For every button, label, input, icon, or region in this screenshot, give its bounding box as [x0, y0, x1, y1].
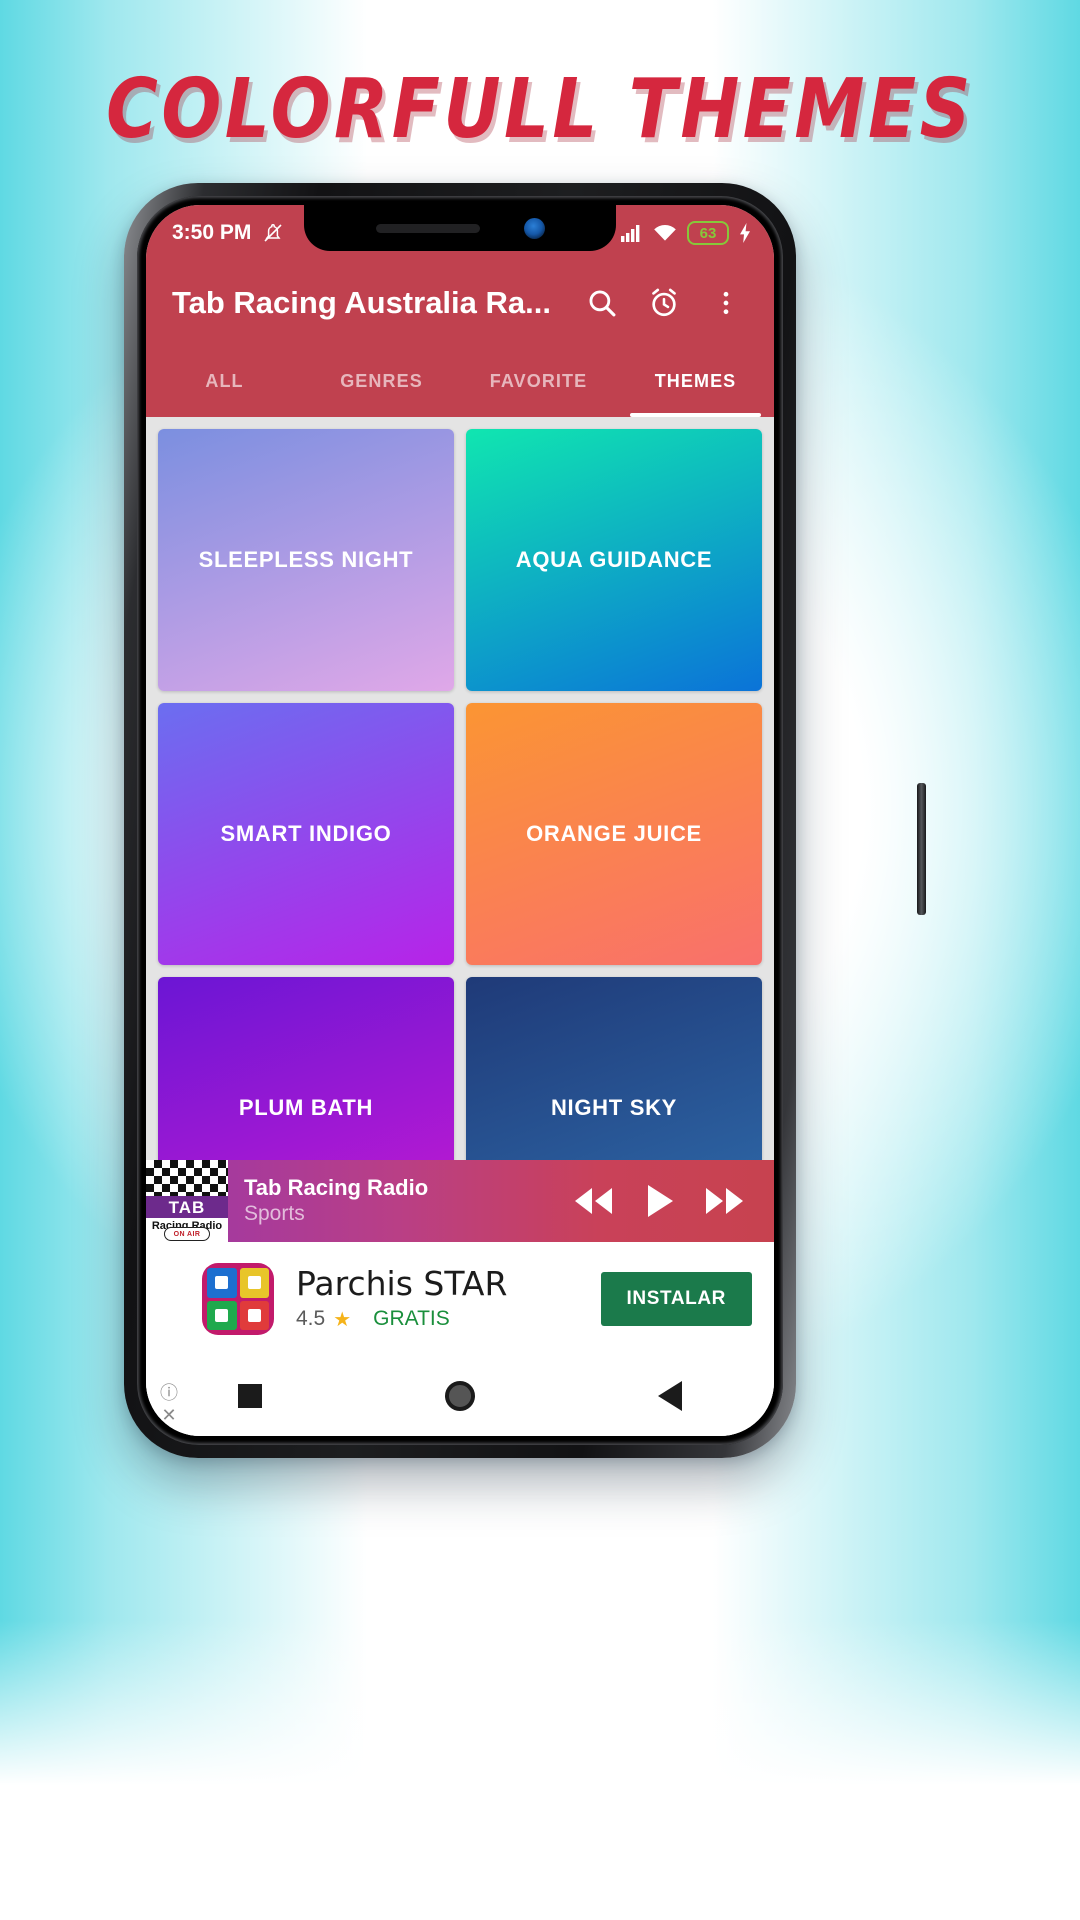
system-nav-bar	[146, 1356, 774, 1436]
tab-themes[interactable]: THEMES	[617, 345, 774, 417]
search-button[interactable]	[574, 275, 630, 331]
checkered-flag-icon	[146, 1160, 228, 1198]
search-icon	[589, 290, 616, 317]
phone-bezel: 3:50 PM 63 Tab Racing Australia Ra... AL…	[137, 196, 783, 1445]
play-button[interactable]	[642, 1182, 676, 1220]
next-button[interactable]	[702, 1184, 748, 1218]
triangle-back-icon[interactable]	[658, 1381, 683, 1411]
fast-forward-icon	[706, 1188, 743, 1214]
page-title: Tab Racing Australia Ra...	[172, 285, 551, 320]
star-icon: ★	[333, 1308, 352, 1331]
ad-controls: ⓘ ✕	[160, 1384, 178, 1424]
player-controls	[560, 1182, 774, 1220]
overflow-menu-button[interactable]	[698, 275, 754, 331]
app-bar: Tab Racing Australia Ra...	[146, 261, 774, 345]
tab-genres[interactable]: GENRES	[303, 345, 460, 417]
ad-icon-quadrant	[207, 1300, 237, 1330]
play-icon	[648, 1185, 673, 1217]
theme-label: NIGHT SKY	[550, 1095, 678, 1120]
tab-favorite[interactable]: FAVORITE	[460, 345, 617, 417]
player-station-name: Tab Racing Radio	[244, 1175, 429, 1201]
phone-screen: 3:50 PM 63 Tab Racing Australia Ra... AL…	[146, 205, 774, 1436]
charging-bolt-icon	[740, 223, 750, 243]
ad-text-block: Parchis STAR 4.5 ★ GRATIS	[274, 1266, 601, 1331]
status-time: 3:50 PM	[172, 221, 252, 244]
theme-label: SMART INDIGO	[220, 821, 392, 846]
ad-banner[interactable]: Parchis STAR 4.5 ★ GRATIS INSTALAR	[146, 1242, 774, 1356]
rewind-icon	[575, 1188, 612, 1214]
theme-tile-orange-juice[interactable]: ORANGE JUICE	[466, 703, 762, 965]
theme-tile-smart-indigo[interactable]: SMART INDIGO	[158, 703, 454, 965]
station-artwork: TAB Racing Radio ON AIR	[146, 1160, 228, 1242]
status-bar-right: 63	[619, 221, 752, 245]
ad-icon-quadrant	[239, 1268, 269, 1298]
earpiece-speaker	[375, 223, 480, 233]
square-icon[interactable]	[237, 1384, 262, 1408]
page-headline: COLORFULL THEMES	[106, 62, 974, 157]
player-genre: Sports	[244, 1201, 305, 1225]
phone-notch	[304, 205, 616, 251]
wifi-icon	[654, 224, 676, 241]
tab-all[interactable]: ALL	[146, 345, 303, 417]
ad-price-label: GRATIS	[373, 1307, 450, 1331]
on-air-badge: ON AIR	[164, 1227, 210, 1241]
ad-icon-quadrant	[239, 1300, 269, 1330]
ad-icon-quadrant	[207, 1268, 237, 1298]
ad-rating-value: 4.5	[296, 1307, 326, 1331]
front-camera	[523, 217, 545, 239]
theme-label: AQUA GUIDANCE	[515, 547, 713, 572]
alarm-clock-icon	[652, 288, 676, 317]
theme-label: PLUM BATH	[238, 1095, 374, 1120]
ad-meta-row: 4.5 ★ GRATIS	[296, 1307, 601, 1332]
battery-level-text: 63	[699, 224, 717, 242]
phone-mockup: 3:50 PM 63 Tab Racing Australia Ra... AL…	[124, 183, 926, 1458]
sleep-timer-button[interactable]	[636, 275, 692, 331]
previous-button[interactable]	[570, 1184, 616, 1218]
mini-player-bar[interactable]: TAB Racing Radio ON AIR Tab Racing Radio…	[146, 1160, 774, 1242]
ad-app-icon	[202, 1263, 274, 1335]
ad-app-title: Parchis STAR	[296, 1264, 508, 1304]
background-bottom-fade	[0, 1620, 1080, 1920]
player-text-block: Tab Racing Radio Sports	[228, 1176, 560, 1225]
theme-label: SLEEPLESS NIGHT	[198, 547, 414, 572]
info-icon[interactable]: ⓘ	[160, 1384, 178, 1402]
close-icon[interactable]: ✕	[161, 1406, 176, 1424]
theme-tile-aqua-guidance[interactable]: AQUA GUIDANCE	[466, 429, 762, 691]
phone-power-button	[917, 783, 926, 915]
theme-tile-sleepless-night[interactable]: SLEEPLESS NIGHT	[158, 429, 454, 691]
status-bar-left: 3:50 PM	[172, 221, 285, 245]
more-vertical-icon	[723, 291, 729, 315]
ad-install-button[interactable]: INSTALAR	[600, 1272, 752, 1326]
tab-bar: ALL GENRES FAVORITE THEMES	[146, 345, 774, 417]
circle-icon[interactable]	[444, 1381, 475, 1411]
signal-bars-icon	[621, 225, 640, 242]
theme-label: ORANGE JUICE	[526, 821, 702, 846]
artwork-label: TAB	[146, 1196, 228, 1220]
bell-muted-icon	[264, 224, 282, 242]
battery-indicator: 63	[687, 221, 729, 245]
